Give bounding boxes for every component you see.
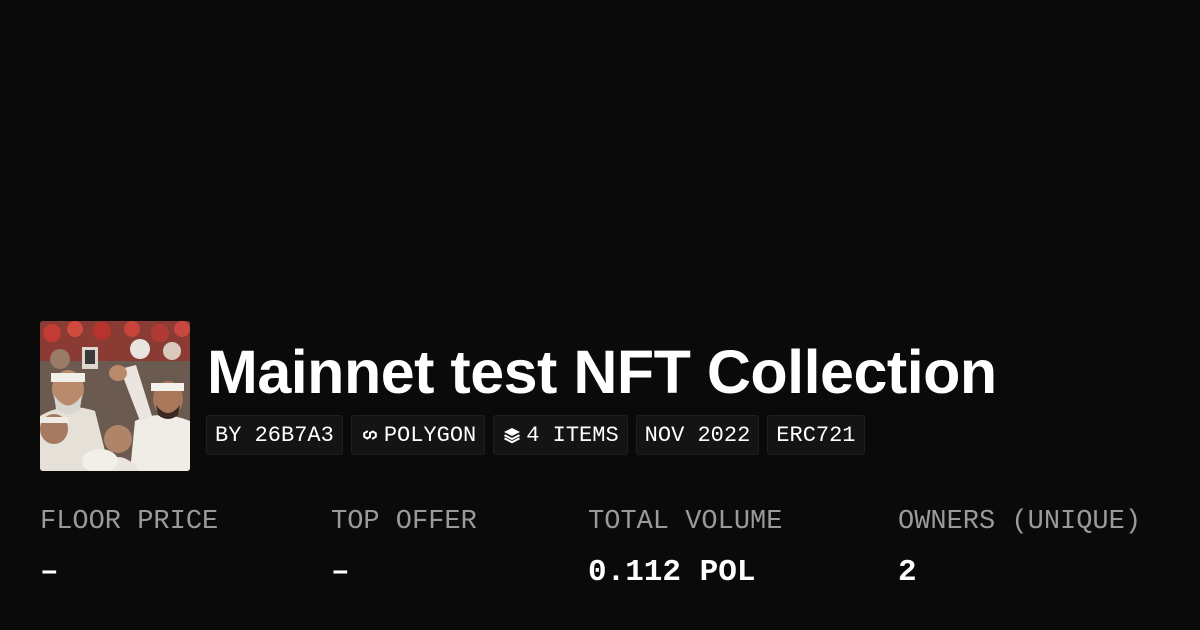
items-tag[interactable]: 4 ITEMS (493, 415, 628, 455)
stat-value: 2 (898, 555, 917, 590)
chain-label: POLYGON (383, 422, 477, 448)
collection-thumbnail[interactable] (40, 321, 190, 471)
polygon-icon (360, 425, 380, 445)
collection-card: Mainnet test NFT Collection BY 26B7A3 PO… (0, 0, 1200, 630)
layers-icon (502, 425, 522, 445)
stat-label: OWNERS (UNIQUE) (898, 507, 1142, 537)
standard-tag: ERC721 (767, 415, 865, 455)
stat-value: – (40, 555, 59, 590)
standard-label: ERC721 (776, 422, 856, 448)
stat-owners: OWNERS (UNIQUE) 2 (898, 505, 1141, 591)
stat-total-volume: TOTAL VOLUME 0.112 POL (588, 505, 782, 591)
creator-label: BY 26B7A3 (215, 422, 334, 448)
date-label: NOV 2022 (644, 422, 751, 448)
collection-thumbnail-image (40, 321, 190, 471)
stat-label: FLOOR PRICE (40, 507, 219, 537)
stat-floor-price: FLOOR PRICE – (40, 505, 218, 591)
stat-value: 0.112 POL (588, 555, 756, 590)
stat-label: TOP OFFER (331, 507, 477, 537)
date-tag: NOV 2022 (635, 415, 760, 455)
stat-value: – (331, 555, 350, 590)
items-label: 4 ITEMS (526, 422, 619, 448)
creator-tag[interactable]: BY 26B7A3 (206, 415, 343, 455)
collection-tags: BY 26B7A3 POLYGON 4 ITEMS NOV 2022 ERC72… (206, 415, 865, 455)
chain-tag[interactable]: POLYGON (350, 415, 486, 455)
stat-label: TOTAL VOLUME (588, 507, 783, 537)
collection-title: Mainnet test NFT Collection (207, 338, 997, 406)
stat-top-offer: TOP OFFER – (331, 505, 477, 591)
